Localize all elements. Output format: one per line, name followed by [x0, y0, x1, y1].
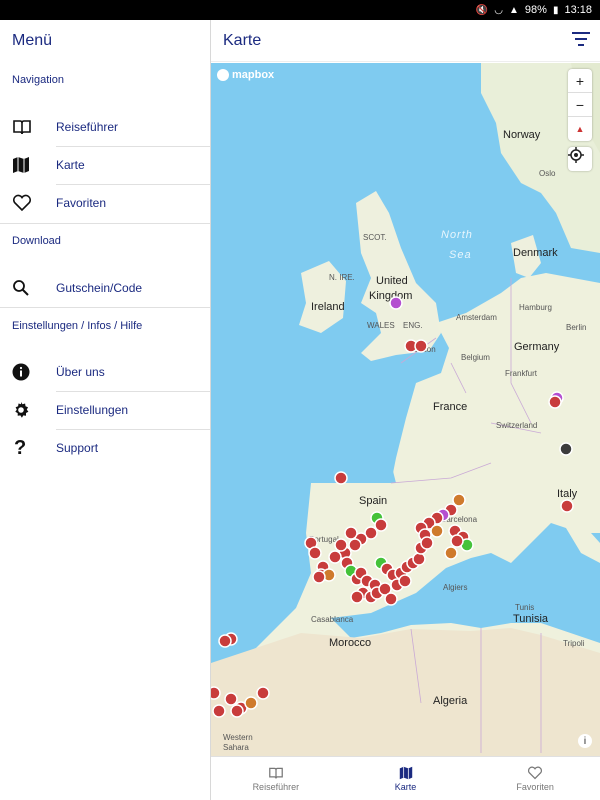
map-marker[interactable]	[412, 552, 426, 566]
drawer-item-label: Support	[56, 441, 99, 455]
drawer-item-label: Einstellungen	[56, 403, 129, 417]
map-info-button[interactable]: i	[578, 734, 592, 748]
mute-icon: 🔇	[475, 4, 489, 16]
map-marker[interactable]	[334, 471, 348, 485]
status-bar: 🔇 ◡ ▲ 98% ▮ 13:18	[0, 0, 600, 20]
map-marker[interactable]	[420, 536, 434, 550]
battery-icon: ▮	[552, 4, 559, 16]
map-marker[interactable]	[374, 518, 388, 532]
tab-label: Karte	[394, 781, 417, 792]
map-marker[interactable]	[384, 592, 398, 606]
map-marker[interactable]	[389, 296, 403, 310]
tab-favoriten[interactable]: Favoriten	[470, 757, 600, 800]
map-marker[interactable]	[444, 546, 458, 560]
book-icon	[268, 767, 283, 778]
heart-icon	[0, 194, 56, 212]
drawer-item-support[interactable]: ? Support	[0, 429, 210, 467]
drawer-item-gutschein[interactable]: Gutschein/Code	[0, 269, 210, 307]
drawer-title: Menü	[12, 32, 53, 49]
drawer-item-favoriten[interactable]: Favoriten	[0, 184, 210, 222]
drawer-item-label: Karte	[56, 158, 85, 172]
tab-label: Favoriten	[516, 781, 554, 792]
gear-icon	[0, 401, 56, 419]
map-marker[interactable]	[452, 493, 466, 507]
map-marker[interactable]	[559, 442, 573, 456]
filter-button[interactable]	[572, 32, 590, 50]
section-download: Download	[12, 235, 61, 247]
page-title: Karte	[223, 32, 262, 49]
heart-icon	[528, 766, 543, 779]
map-marker[interactable]	[308, 546, 322, 560]
battery-level: 98%	[524, 4, 547, 16]
map-marker[interactable]	[312, 570, 326, 584]
drawer-item-reisefuehrer[interactable]: Reiseführer	[0, 108, 210, 146]
map-view[interactable]: mapbox + − ▲ Norway Oslo SCOT. North Sea…	[211, 63, 600, 756]
divider	[0, 223, 210, 224]
map-marker[interactable]	[244, 696, 258, 710]
map-icon	[0, 156, 56, 174]
map-marker[interactable]	[211, 686, 221, 700]
map-marker[interactable]	[230, 704, 244, 718]
search-icon	[0, 279, 56, 297]
map-marker[interactable]	[548, 395, 562, 409]
drawer-item-label: Über uns	[56, 365, 105, 379]
map-markers	[211, 296, 574, 718]
map-marker[interactable]	[350, 590, 364, 604]
drawer-item-ueber-uns[interactable]: Über uns	[0, 353, 210, 391]
map-marker[interactable]	[414, 339, 428, 353]
question-icon: ?	[14, 436, 27, 459]
map-icon	[399, 766, 412, 779]
main-panel: Karte mapbox + − ▲ Norway Oslo SCOT. Nor…	[211, 20, 600, 800]
drawer-item-einstellungen[interactable]: Einstellungen	[0, 391, 210, 429]
info-icon	[0, 363, 56, 381]
map-marker[interactable]	[334, 538, 348, 552]
bottom-navigation: Reiseführer Karte Favoriten	[211, 756, 600, 800]
tab-label: Reiseführer	[252, 781, 300, 792]
map-marker[interactable]	[344, 526, 358, 540]
section-settings: Einstellungen / Infos / Hilfe	[12, 320, 143, 332]
map-marker[interactable]	[450, 534, 464, 548]
section-navigation: Navigation	[12, 74, 64, 86]
wifi-icon: ◡	[494, 4, 504, 16]
map-marker[interactable]	[430, 524, 444, 538]
navigation-drawer: Menü Navigation Reiseführer Karte Favori…	[0, 20, 211, 800]
tab-karte[interactable]: Karte	[341, 757, 471, 800]
book-icon	[0, 118, 56, 136]
map-marker[interactable]	[328, 550, 342, 564]
map-marker[interactable]	[256, 686, 270, 700]
divider	[0, 307, 210, 308]
map-marker[interactable]	[398, 574, 412, 588]
map-marker[interactable]	[224, 692, 238, 706]
app-bar: Karte	[211, 20, 600, 62]
clock: 13:18	[564, 4, 592, 16]
map-marker[interactable]	[212, 704, 226, 718]
drawer-item-label: Reiseführer	[56, 120, 119, 134]
drawer-item-karte[interactable]: Karte	[0, 146, 210, 184]
drawer-item-label: Gutschein/Code	[56, 281, 143, 295]
map-marker[interactable]	[348, 538, 362, 552]
tab-reisefuehrer[interactable]: Reiseführer	[211, 757, 341, 800]
map-marker[interactable]	[560, 499, 574, 513]
filter-icon	[572, 32, 590, 46]
signal-icon: ▲	[509, 4, 519, 16]
drawer-item-label: Favoriten	[56, 196, 107, 210]
map-marker[interactable]	[218, 634, 232, 648]
